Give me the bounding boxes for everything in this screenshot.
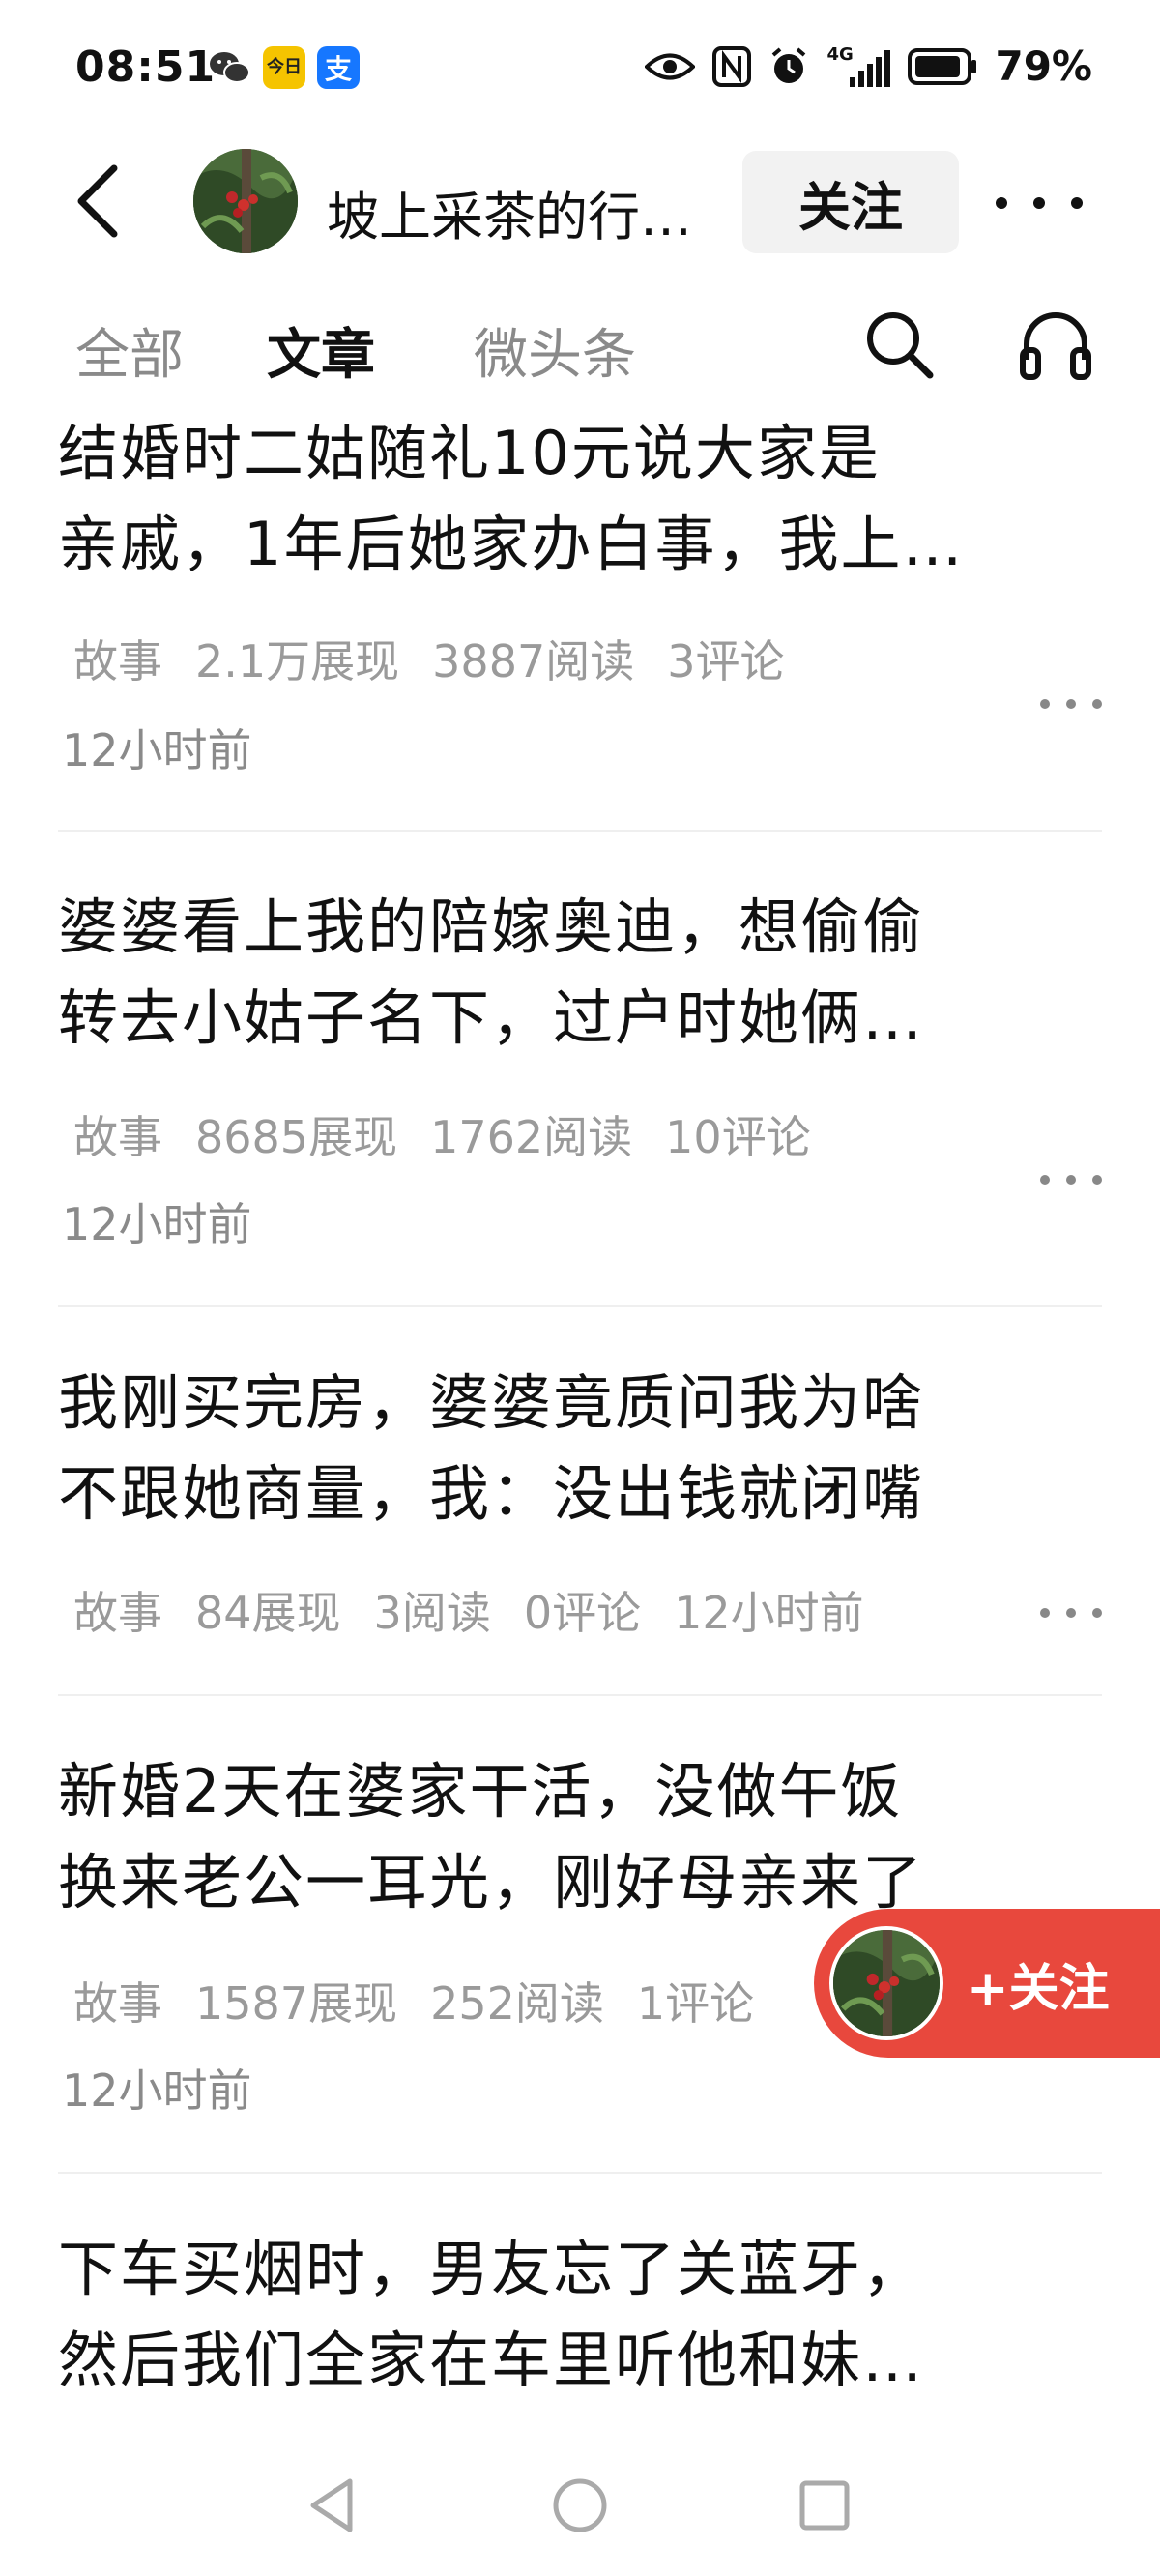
search-icon[interactable]: [860, 306, 938, 383]
article-more-icon[interactable]: [1040, 1170, 1102, 1189]
floating-follow-label: +关注: [967, 1960, 1110, 2018]
battery-icon: [908, 47, 977, 85]
status-time: 08:51: [75, 43, 217, 92]
status-icons: 4G 79%: [645, 43, 1092, 90]
impressions-count: 84展现: [195, 1587, 341, 1639]
article-time: 12小时前: [62, 1198, 252, 1250]
alipay-icon: 支: [317, 46, 360, 89]
article-more-icon[interactable]: [1040, 694, 1102, 714]
article-time: 12小时前: [62, 724, 252, 776]
category-label: 故事: [73, 1111, 162, 1163]
follow-button[interactable]: 关注: [742, 151, 959, 253]
floating-follow-button[interactable]: +关注: [814, 1909, 1160, 2058]
toutiao-app-icon: 今日: [263, 46, 305, 89]
eye-icon: [645, 50, 696, 83]
article-title: 下车买烟时，男友忘了关蓝牙， 然后我们全家在车里听他和妹…: [58, 2234, 925, 2395]
status-bar: 08:51 今日 支 4G 79%: [0, 0, 1160, 135]
article-meta: 故事 2.1万展现 3887阅读 3评论: [73, 627, 818, 690]
comments-count: 1评论: [636, 1977, 755, 2030]
article-title: 结婚时二姑随礼10元说大家是 亲戚，1年后她家办白事，我上…: [58, 418, 965, 579]
tab-micro-posts[interactable]: 微头条: [474, 311, 636, 390]
signal-icon: 4G: [826, 44, 891, 87]
article-item[interactable]: 下车买烟时，男友忘了关蓝牙， 然后我们全家在车里听他和妹…: [58, 2224, 1102, 2406]
divider: [58, 2172, 1102, 2174]
article-title: 婆婆看上我的陪嫁奥迪，想偷偷 转去小姑子名下，过户时她俩…: [58, 892, 925, 1053]
reads-count: 3阅读: [373, 1587, 491, 1639]
tab-bar: 全部 文章 微头条: [0, 290, 1160, 406]
article-more-icon[interactable]: [1040, 1603, 1102, 1623]
divider: [58, 1694, 1102, 1696]
article-time: 12小时前: [62, 2064, 252, 2117]
article-meta: 故事 84展现 3阅读 0评论 12小时前: [73, 1578, 897, 1642]
battery-percent: 79%: [995, 43, 1092, 90]
category-label: 故事: [73, 635, 162, 688]
comments-count: 10评论: [665, 1111, 811, 1163]
reads-count: 1762阅读: [430, 1111, 633, 1163]
article-item[interactable]: 婆婆看上我的陪嫁奥迪，想偷偷 转去小姑子名下，过户时她俩…: [58, 882, 1102, 1064]
impressions-count: 1587展现: [195, 1977, 398, 2030]
article-item[interactable]: 结婚时二姑随礼10元说大家是 亲戚，1年后她家办白事，我上…: [58, 408, 1102, 590]
category-label: 故事: [73, 1977, 162, 2030]
article-title: 新婚2天在婆家干活，没做午饭 换来老公一耳光，刚好母亲来了: [58, 1756, 925, 1917]
headphones-icon[interactable]: [1017, 306, 1094, 383]
back-button[interactable]: [72, 162, 130, 240]
alarm-icon: [768, 46, 809, 87]
wechat-icon: [209, 46, 251, 89]
category-label: 故事: [73, 1587, 162, 1639]
tab-all[interactable]: 全部: [75, 311, 184, 390]
comments-count: 3评论: [667, 635, 785, 688]
article-title: 我刚买完房，婆婆竟质问我为啥 不跟她商量，我：没出钱就闭嘴: [58, 1367, 925, 1529]
more-icon[interactable]: [996, 174, 1083, 232]
profile-header: 坡上采茶的行… 关注: [0, 135, 1160, 271]
nfc-icon: [712, 45, 752, 87]
nav-recents-icon[interactable]: [791, 2472, 858, 2539]
avatar: [829, 1926, 943, 2040]
system-nav-bar: [0, 2437, 1160, 2576]
nav-home-icon[interactable]: [546, 2472, 614, 2539]
page-title: 坡上采茶的行…: [327, 187, 692, 248]
article-item[interactable]: 我刚买完房，婆婆竟质问我为啥 不跟她商量，我：没出钱就闭嘴: [58, 1358, 1102, 1539]
article-meta: 故事 1587展现 252阅读 1评论: [73, 1969, 787, 2033]
impressions-count: 2.1万展现: [195, 635, 400, 688]
article-item[interactable]: 新婚2天在婆家干活，没做午饭 换来老公一耳光，刚好母亲来了: [58, 1746, 1102, 1928]
article-meta: 故事 8685展现 1762阅读 10评论: [73, 1102, 844, 1166]
article-time: 12小时前: [674, 1587, 864, 1639]
comments-count: 0评论: [523, 1587, 642, 1639]
nav-back-icon[interactable]: [300, 2472, 367, 2539]
divider: [58, 830, 1102, 832]
impressions-count: 8685展现: [195, 1111, 398, 1163]
reads-count: 3887阅读: [432, 635, 635, 688]
tab-articles[interactable]: 文章: [267, 311, 375, 390]
avatar[interactable]: [193, 149, 298, 253]
reads-count: 252阅读: [430, 1977, 604, 2030]
divider: [58, 1305, 1102, 1307]
